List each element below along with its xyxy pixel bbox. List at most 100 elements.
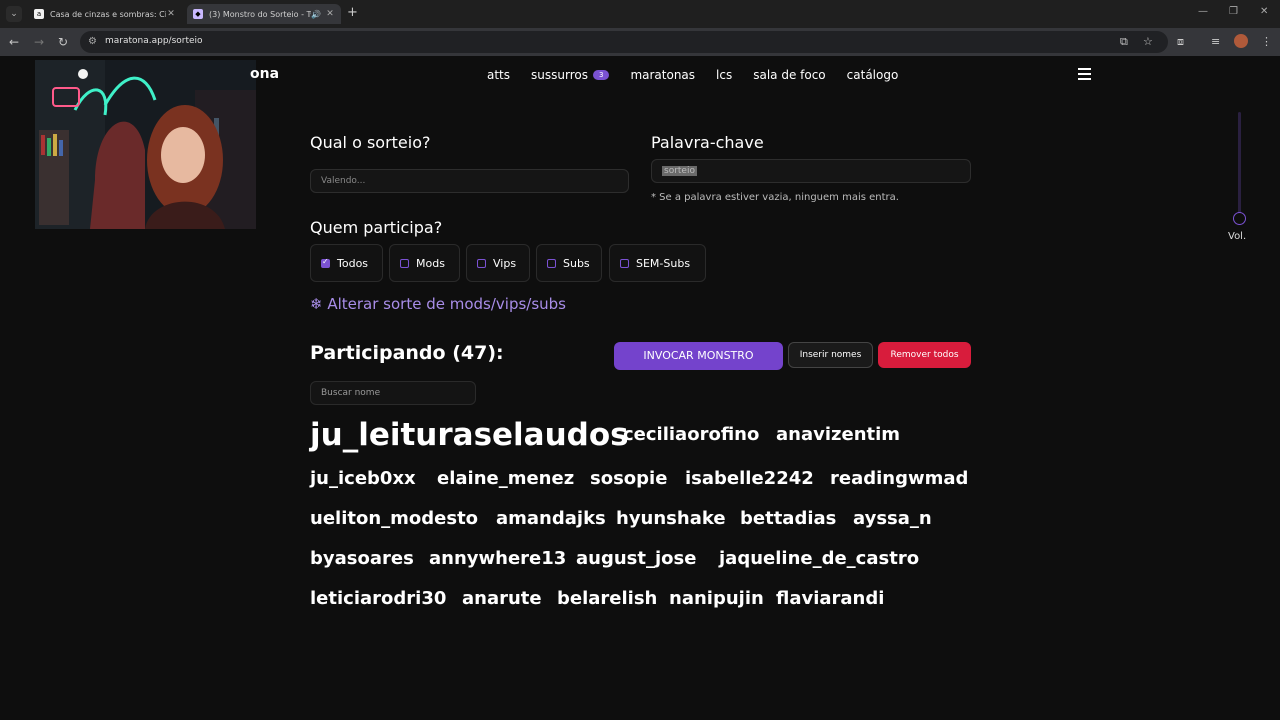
participant-name: flaviarandi	[776, 588, 885, 609]
checkbox-checked[interactable]	[321, 257, 330, 268]
raffle-label: Qual o sorteio?	[310, 133, 431, 152]
site-info-icon[interactable]: ⚙	[88, 36, 97, 47]
participant-name: anarute	[462, 588, 542, 609]
participant-name: elaine_menez	[437, 468, 575, 489]
amazon-favicon-icon: a	[34, 9, 44, 19]
nav-label: lcs	[716, 68, 733, 82]
keyword-value: sorteio	[662, 166, 697, 176]
nav-maratonas[interactable]: maratonas	[630, 68, 695, 82]
participant-name: ueliton_modesto	[310, 508, 479, 529]
back-icon[interactable]: ←	[9, 35, 19, 49]
profile-avatar[interactable]	[1234, 34, 1248, 48]
participant-name: jaqueline_de_castro	[719, 548, 920, 569]
tab-title: (3) Monstro do Sorteio - Tw	[209, 9, 312, 19]
volume-slider[interactable]: Vol.	[1227, 112, 1247, 242]
nav-label: atts	[487, 68, 511, 82]
participant-name: annywhere13	[429, 548, 567, 569]
option-label: Todos	[337, 256, 369, 270]
extensions-icon[interactable]: ⧈	[1177, 35, 1184, 49]
close-tab-icon[interactable]: ✕	[325, 9, 335, 19]
close-window-icon[interactable]: ✕	[1260, 6, 1268, 17]
participants-title: Participando (47):	[310, 342, 504, 364]
participant-name: ceciliaorofino	[623, 424, 760, 445]
webcam-overlay	[35, 60, 256, 229]
bookmark-star-icon[interactable]: ☆	[1143, 35, 1153, 48]
option-label: Vips	[493, 256, 517, 270]
participant-name: ju_leituraselaudos	[310, 417, 629, 453]
nav-label: sussurros	[531, 68, 588, 82]
nav-label: catálogo	[846, 68, 899, 82]
option-label: Mods	[416, 256, 445, 270]
participant-name: amandajks	[496, 508, 606, 529]
menu-dots-icon[interactable]: ⋮	[1261, 35, 1272, 48]
option-vips[interactable]: Vips	[466, 244, 530, 282]
browser-tab[interactable]: a Casa de cinzas e sombras: Cida ✕	[28, 4, 182, 24]
browser-tab-bar: ⌄ a Casa de cinzas e sombras: Cida ✕ ◆ (…	[0, 0, 1280, 28]
who-participates-label: Quem participa?	[310, 218, 443, 237]
tab-title: Casa de cinzas e sombras: Cida	[50, 9, 166, 19]
remove-all-button[interactable]: Remover todos	[878, 342, 971, 368]
search-name-input[interactable]: Buscar nome	[310, 381, 476, 405]
participant-name: ju_iceb0xx	[310, 468, 416, 489]
url-text: maratona.app/sorteio	[105, 36, 203, 46]
new-tab-icon[interactable]: +	[347, 5, 358, 20]
volume-knob[interactable]	[1233, 212, 1246, 225]
main-nav: atts sussurros 3 maratonas lcs sala de fo…	[487, 68, 919, 82]
webcam-image	[35, 60, 256, 229]
keyword-hint: * Se a palavra estiver vazia, ninguem ma…	[651, 192, 899, 203]
checkbox[interactable]	[400, 258, 409, 268]
participant-name: ayssa_n	[853, 508, 932, 529]
participant-name: sosopie	[590, 468, 668, 489]
participant-name: august_jose	[576, 548, 697, 569]
participant-name: byasoares	[310, 548, 414, 569]
option-mods[interactable]: Mods	[389, 244, 460, 282]
nav-sala-de-foco[interactable]: sala de foco	[753, 68, 825, 82]
participant-name: anavizentim	[776, 424, 901, 445]
browser-tab-active[interactable]: ◆ (3) Monstro do Sorteio - Tw 🔊 ✕	[187, 4, 341, 24]
checkbox[interactable]	[477, 258, 486, 268]
browser-toolbar: ← → ↻ ⚙ maratona.app/sorteio ⧉ ☆ ⧈ ≡ ⋮	[0, 28, 1280, 56]
alter-luck-link[interactable]: ❄ Alterar sorte de mods/vips/subs	[310, 295, 566, 313]
nav-lcs[interactable]: lcs	[716, 68, 732, 82]
option-label: SEM-Subs	[636, 256, 691, 270]
forward-icon[interactable]: →	[34, 35, 44, 49]
nav-catalogo[interactable]: catálogo	[847, 68, 899, 82]
participant-name: readingwmad	[830, 468, 969, 489]
speaker-icon[interactable]: 🔊	[311, 10, 321, 19]
hamburger-menu-icon[interactable]	[1078, 68, 1091, 83]
keyword-label: Palavra-chave	[651, 133, 764, 152]
nav-label: maratonas	[630, 68, 696, 82]
nav-sussurros[interactable]: sussurros 3	[531, 68, 610, 82]
invoke-monster-button[interactable]: INVOCAR MONSTRO	[614, 342, 783, 370]
checkbox[interactable]	[620, 258, 629, 268]
option-subs[interactable]: Subs	[536, 244, 602, 282]
nav-label: sala de foco	[753, 68, 826, 82]
option-label: Subs	[563, 256, 590, 270]
page: ona atts sussurros 3 maratonas lcs sala d…	[0, 56, 1280, 720]
volume-track[interactable]	[1238, 112, 1241, 216]
site-logo[interactable]: ona	[250, 66, 279, 82]
tab-search-icon[interactable]: ⌄	[6, 6, 22, 22]
address-bar[interactable]: ⚙ maratona.app/sorteio ⧉ ☆	[80, 31, 1168, 53]
install-app-icon[interactable]: ⧉	[1120, 35, 1128, 49]
option-todos[interactable]: Todos	[310, 244, 383, 282]
notification-badge: 3	[592, 70, 610, 80]
minimize-icon[interactable]: —	[1198, 6, 1208, 17]
volume-label: Vol.	[1228, 231, 1247, 242]
restore-icon[interactable]: ❐	[1229, 6, 1238, 17]
participant-name: belarelish	[557, 588, 658, 609]
checkbox[interactable]	[547, 258, 556, 268]
insert-names-button[interactable]: Inserir nomes	[788, 342, 873, 368]
reload-icon[interactable]: ↻	[58, 35, 68, 49]
participant-name: nanipujin	[669, 588, 764, 609]
option-sem-subs[interactable]: SEM-Subs	[609, 244, 706, 282]
participant-name: hyunshake	[616, 508, 726, 529]
raffle-input[interactable]: Valendo...	[310, 169, 629, 193]
participant-name: leticiarodri30	[310, 588, 447, 609]
close-tab-icon[interactable]: ✕	[166, 9, 176, 19]
participant-name: isabelle2242	[685, 468, 814, 489]
keyword-input[interactable]: sorteio	[651, 159, 971, 183]
site-favicon-icon: ◆	[193, 9, 203, 19]
media-control-icon[interactable]: ≡	[1211, 35, 1220, 48]
nav-atts[interactable]: atts	[487, 68, 510, 82]
